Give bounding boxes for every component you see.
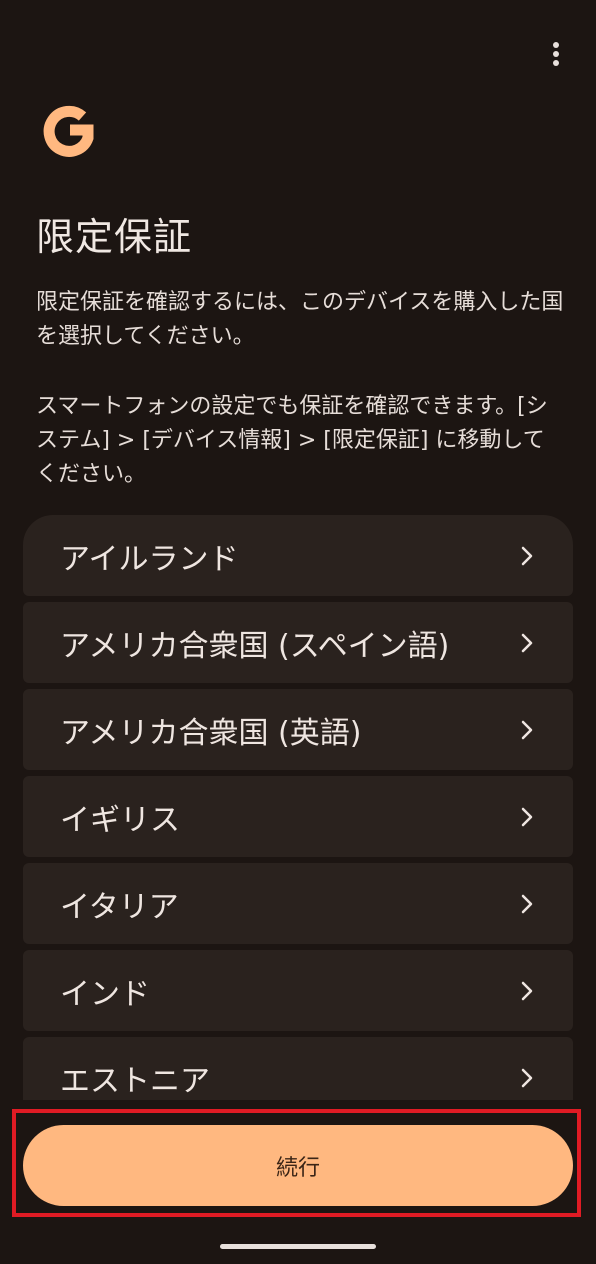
google-g-logo [43,105,94,157]
country-label: エストニア [60,1063,210,1099]
country-item-ireland[interactable]: アイルランド [23,515,573,596]
country-item-usa-english[interactable]: アメリカ合衆国 (英語) [23,689,573,770]
country-label: アメリカ合衆国 (英語) [60,715,362,751]
chevron-right-icon [521,1068,537,1088]
page-title: 限定保証 [36,215,193,259]
country-list[interactable]: アイルランド アメリカ合衆国 (スペイン語) アメリカ合衆国 (英語) イギリス… [23,515,573,1100]
continue-button[interactable]: 続行 [23,1125,573,1206]
country-label: イギリス [60,802,180,838]
more-options-button[interactable] [536,34,576,74]
country-item-usa-spanish[interactable]: アメリカ合衆国 (スペイン語) [23,602,573,683]
chevron-right-icon [521,981,537,1001]
instruction-text: 限定保証を確認するには、このデバイスを購入した国を選択してください。 [36,290,564,349]
country-item-italy[interactable]: イタリア [23,863,573,944]
chevron-right-icon [521,807,537,827]
chevron-right-icon [521,546,537,566]
settings-hint-text: スマートフォンの設定でも保証を確認できます。[システム] > [デバイス情報] … [36,394,548,487]
country-item-uk[interactable]: イギリス [23,776,573,857]
country-label: アイルランド [60,541,239,577]
country-label: イタリア [60,889,179,925]
more-vert-icon [553,42,559,66]
country-item-india[interactable]: インド [23,950,573,1031]
country-label: アメリカ合衆国 (スペイン語) [60,628,450,664]
chevron-right-icon [521,633,537,653]
home-indicator[interactable] [220,1244,376,1249]
chevron-right-icon [521,894,537,914]
country-item-estonia[interactable]: エストニア [23,1037,573,1100]
chevron-right-icon [521,720,537,740]
country-label: インド [60,976,150,1012]
